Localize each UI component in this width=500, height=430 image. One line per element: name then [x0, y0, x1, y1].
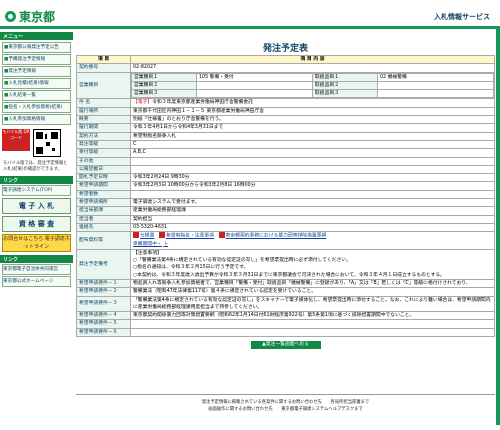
nyusatsu-link[interactable]: 電 子 入 札: [2, 198, 71, 214]
chuui-link[interactable]: 希望制指名・注意事項: [166, 234, 214, 239]
header: 東京都 入札情報サービス: [0, 0, 500, 26]
e-system-link[interactable]: 電子調達システム(TOP): [2, 185, 71, 196]
table-row: 開札予定日時 令和3年2月24日 9時30分: [76, 173, 495, 183]
page-title: 発注予定表: [262, 44, 308, 54]
biko-line: ○指名の通知は、令和３年２月15日に行う予定です。: [133, 265, 249, 271]
biko-line: ○「警備業法第4条に規定されている有効な認定証の写し」を希望票提出時に必ず添付し…: [133, 258, 351, 264]
col-item: 項 目: [76, 54, 131, 65]
sidebar-links-head: リンク: [0, 255, 73, 263]
t-link[interactable]: ト: [163, 242, 168, 247]
table-row: 希望申請要件－１ 物品買入れ等競争入札参加資格者で、営業種目「警備・受付」取扱品目…: [76, 278, 495, 289]
table-row: 担当者 契約担当: [76, 214, 495, 224]
table-row: 希望申請要件－５: [76, 319, 495, 329]
table-row: 担当局部課 産業労働局総務部経理課: [76, 206, 495, 216]
denshi-badge: 【電子】: [133, 100, 153, 106]
mobile-button[interactable]: モバイル版 QRコード: [2, 129, 30, 151]
junbi-link[interactable]: 準備期間中・: [133, 242, 162, 247]
footer-line-1: 発注予定情報に掲載されている各案件に関するお問い合わせ先 各局所担当部署まで: [201, 400, 370, 405]
table-row: 履行期間 令和３年4月1日から令和4年3月31日まで: [76, 123, 495, 133]
sidebar-item-yobi[interactable]: ■予備発注予定情報: [2, 54, 71, 65]
table-row: 希望申請要件－４ 東京都契約関係暴力団等対策措置要綱（昭和62年1月14日付61財…: [76, 311, 495, 321]
col-content: 項 目 内 容: [130, 54, 495, 65]
table-row: 発注予定備考 【注意事項】 ○「警備業法第4条に規定されている有効な認定証の写し…: [76, 248, 495, 280]
table-row: 配布資料等 仕様書 希望制指名・注意事項 東京都契約事務における暴力団等排除措置…: [76, 231, 495, 250]
back-to-list-button[interactable]: ▲発注一覧画面へ戻る: [250, 341, 321, 349]
shiyosho-link[interactable]: 仕様書: [140, 234, 154, 239]
footer-line-2: 画面操作に関するお問い合わせ先 東京都電子調達システムヘルプデスクまで: [208, 407, 363, 412]
table-row: 希望申請期間 令和3年2月3日 10時00分から令和3年2月8日 16時00分: [76, 181, 495, 191]
table-header: 項 目 項 目 内 容: [76, 54, 495, 65]
qr-code: [33, 129, 61, 157]
hotline-banner[interactable]: お問合せはこちら 電子調達ホットライン: [2, 234, 71, 252]
table-row: 発注等級 C: [76, 139, 495, 150]
right-border: [496, 29, 500, 425]
table-row: 希望申請要件－６: [76, 327, 495, 338]
sidebar-menu-head: メニュー: [0, 32, 73, 40]
tokyo-hp-link[interactable]: 東京都公式ホームページ: [2, 276, 71, 287]
eigyo-table: 営業種目１ 105 警備・受付 取扱品目１ 02 機械警備 営業種目２ 取扱品目２ 営業…: [131, 73, 494, 98]
table-row: 概要 別紙「仕様書」のとおり庁舎警備を行う。: [76, 115, 495, 125]
logo-text: 東京都: [19, 10, 56, 24]
table-row: 希望申請要件－２ 警備業法（昭和47年法律第117号）第４条に規定されている認定を…: [76, 287, 495, 297]
sidebar-item-koho[interactable]: ■東京都公報発注予定公告: [2, 42, 71, 53]
sidebar-item-shimei[interactable]: ■指名・入札参加資格(結果): [2, 102, 71, 113]
kyodo-link[interactable]: 東京都電子自治体共同運営: [2, 264, 71, 275]
pdf-icon: [133, 232, 139, 239]
table-row: 希望者数: [76, 189, 495, 200]
boryokudan-link[interactable]: 東京都契約事務における暴力団等排除措置要綱: [226, 234, 327, 239]
table-row: 希望申請場所 電子調達システムで受付ます。: [76, 198, 495, 208]
tokyo-logo[interactable]: 東京都: [5, 8, 55, 25]
table-row: その他: [76, 156, 495, 166]
service-title: 入札情報サービス: [434, 13, 490, 21]
sidebar-link-head: リンク: [0, 176, 73, 184]
shikaku-link[interactable]: 資 格 審 査: [2, 216, 71, 232]
sidebar-item-hattyu[interactable]: ■発注予定情報: [2, 66, 71, 77]
table-row: 契約番号 02-82027: [76, 63, 495, 73]
biko-line: 【注意事項】: [133, 250, 162, 256]
sidebar-menu: ■東京都公報発注予定公告 ■予備発注予定情報 ■発注予定情報 ■入札見積(結果)…: [2, 42, 71, 125]
tokyo-logo-icon: [5, 11, 16, 22]
table-row: 受付等級 A,B,C: [76, 148, 495, 158]
sidebar-item-kekka[interactable]: ■入札結果一覧: [2, 90, 71, 101]
sidebar-item-shikaku[interactable]: ■入札参加資格情報: [2, 114, 71, 125]
main-content: 発注予定表 項 目 項 目 内 容 契約番号 02-82027 営業種目 営業種目…: [76, 29, 495, 349]
biko-line: ○本契約は、令和３年度歳入歳出予算が令和３年３月31日までに東京都議会で可決され…: [133, 272, 445, 278]
table-row: 営業種目 営業種目１ 105 警備・受付 取扱品目１ 02 機械警備 営業種目２ 取扱品…: [76, 71, 495, 100]
table-row: 連絡先 03-5320-4631: [76, 222, 495, 233]
table-row: 件 名【電子】令和３年度東京都産業労働局神田庁舎警備委託: [76, 98, 495, 108]
mobile-section: モバイル版 QRコード: [2, 129, 71, 157]
table-row: 契約方法 希望制指名競争入札: [76, 131, 495, 141]
pdf-icon: [218, 232, 225, 239]
table-row: 履行場所 東京都千代田区内神田１－１－５ 東京都産業労働局神田庁舎: [76, 106, 495, 117]
pdf-icon: [158, 232, 165, 239]
kenmei-text: 令和３年度東京都産業労働局神田庁舎警備委託: [152, 100, 253, 106]
sidebar-item-mitsumori[interactable]: ■入札見積(結果)情報: [2, 78, 71, 89]
table-row: 公報登載日: [76, 164, 495, 175]
table-row: 希望申請要件－３ 「警備業法第4条に規定されている有効な認定証の写し」をスキャナー…: [76, 295, 495, 313]
detail-table: 項 目 項 目 内 容 契約番号 02-82027 営業種目 営業種目１ 105 警…: [76, 54, 495, 338]
sidebar: メニュー ■東京都公報発注予定公告 ■予備発注予定情報 ■発注予定情報 ■入札見…: [0, 29, 73, 425]
mobile-note: モバイル版では、発注予定情報と入札(結果)の確認ができます。: [3, 161, 68, 172]
